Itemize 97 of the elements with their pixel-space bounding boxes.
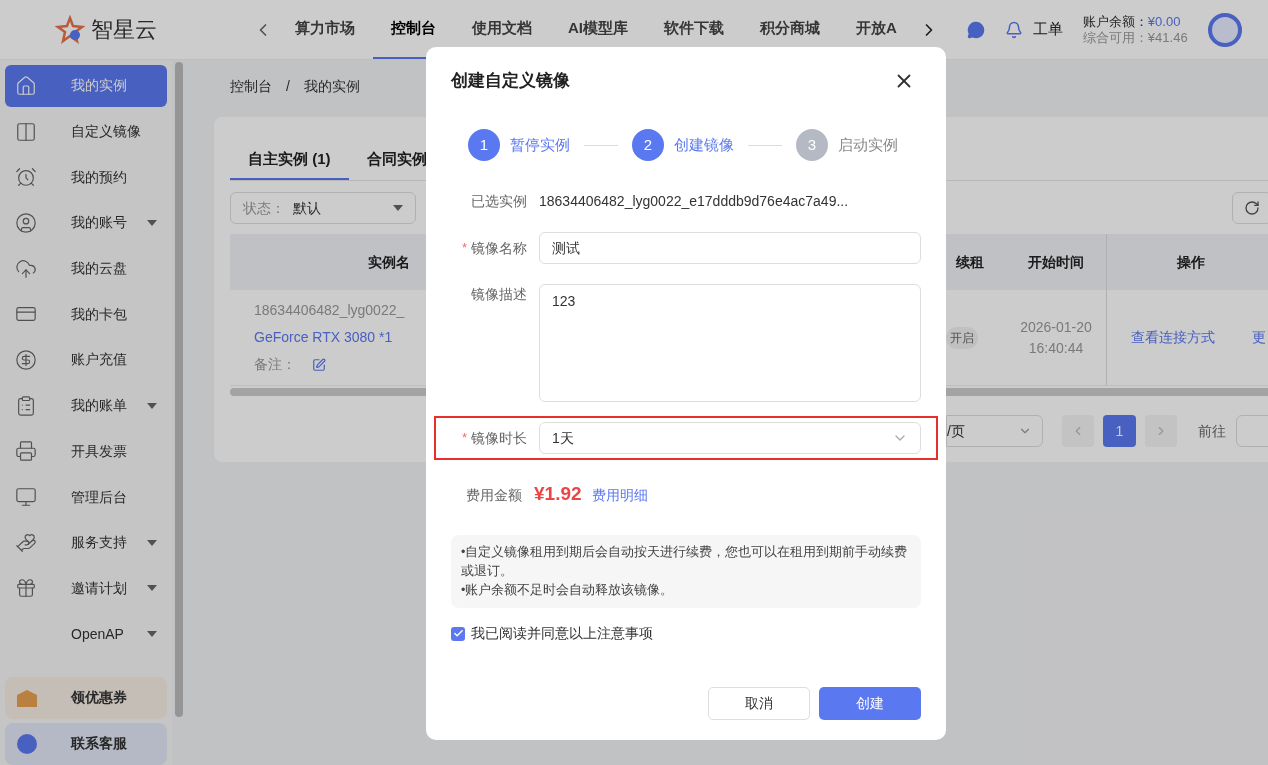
field-label: 镜像名称 xyxy=(471,238,527,258)
instance-id: 18634406482_lyg0022_ xyxy=(254,301,406,320)
cancel-button[interactable]: 取消 xyxy=(708,687,810,720)
menu-icon xyxy=(15,486,37,509)
breadcrumb-separator: / xyxy=(286,76,290,96)
brand-name: 智星云 xyxy=(91,16,157,44)
avatar[interactable] xyxy=(1207,12,1242,47)
page-button[interactable]: 1 xyxy=(1103,415,1136,447)
nav-tab[interactable]: 开放A xyxy=(838,0,915,59)
sidebar-item[interactable]: OpenAP xyxy=(5,613,167,655)
sidebar-item[interactable]: 自定义镜像 xyxy=(5,110,167,153)
gpu-link[interactable]: GeForce RTX 3080 *1 xyxy=(254,327,426,348)
refresh-button[interactable] xyxy=(1232,192,1268,224)
field-label: 已选实例 xyxy=(471,192,527,211)
available-value: ¥41.46 xyxy=(1147,29,1188,46)
ticket-link[interactable]: 工单 xyxy=(1032,18,1063,41)
sidebar-item[interactable]: 我的实例 xyxy=(5,65,167,107)
description-field[interactable]: 123 xyxy=(539,284,921,402)
nav-tab[interactable]: AI模型库 xyxy=(550,0,646,59)
status-filter[interactable]: 状态： 默认 xyxy=(230,192,416,224)
menu-icon xyxy=(15,211,37,234)
caret-icon xyxy=(147,402,157,409)
cost-detail-link[interactable]: 费用明细 xyxy=(591,485,648,506)
menu-icon xyxy=(15,577,37,600)
name-input[interactable]: 测试 xyxy=(539,232,921,264)
bell-icon[interactable] xyxy=(1004,20,1023,39)
breadcrumb-item[interactable]: 控制台 xyxy=(230,75,272,97)
menu-icon xyxy=(15,257,37,280)
goto-label: 前往 xyxy=(1198,421,1226,441)
page-size-select[interactable]: /页 xyxy=(946,415,1043,447)
nav-tab[interactable]: 软件下载 xyxy=(646,0,742,59)
tab[interactable]: 合同实例 xyxy=(348,141,445,180)
menu-icon xyxy=(15,120,37,143)
required-mark: * xyxy=(461,239,467,258)
required-mark: * xyxy=(461,429,467,448)
start-time: 2026-01-20 xyxy=(1020,317,1092,337)
balance-value: ¥0.00 xyxy=(1147,13,1181,30)
balance-label: 账户余额： xyxy=(1082,13,1148,30)
menu-icon xyxy=(15,348,37,371)
column-header: 实例名 xyxy=(367,252,411,272)
sidebar-item[interactable]: 管理后台 xyxy=(5,476,167,518)
breadcrumb-item: 我的实例 xyxy=(303,76,360,96)
scrollbar[interactable] xyxy=(175,62,183,717)
logo-icon xyxy=(55,14,85,45)
action-link[interactable]: 查看连接方式 xyxy=(1131,327,1215,348)
create-button[interactable]: 创建 xyxy=(819,687,921,720)
menu-icon xyxy=(15,74,37,97)
sidebar-item[interactable]: 账户充值 xyxy=(5,339,167,381)
menu-icon xyxy=(15,440,37,463)
edit-icon[interactable] xyxy=(312,357,326,372)
sidebar-item[interactable]: 开具发票 xyxy=(5,430,167,473)
sidebar-item[interactable]: 我的云盘 xyxy=(5,247,167,290)
notice-text: •自定义镜像租用到期后会自动按天进行续费，您也可以在租用到期前手动续费或退订。 xyxy=(461,543,909,580)
sidebar-item[interactable]: 邀请计划 xyxy=(5,567,167,610)
service-icon xyxy=(15,732,39,755)
column-header: 操作 xyxy=(1106,234,1268,290)
sidebar-item[interactable]: 我的卡包 xyxy=(5,293,167,336)
action-link[interactable]: 更 xyxy=(1252,327,1266,348)
notice-text: •账户余额不足时会自动释放该镜像。 xyxy=(461,581,675,599)
step: 2 创建镜像 xyxy=(632,129,734,161)
cost-label: 费用金额 xyxy=(466,486,522,505)
menu-icon xyxy=(15,166,37,189)
promo-item[interactable]: 领优惠券 xyxy=(5,676,167,719)
menu-icon xyxy=(15,531,37,554)
agreement-checkbox[interactable] xyxy=(451,626,465,641)
caret-icon xyxy=(393,205,403,211)
caret-icon xyxy=(147,219,157,226)
step: 1 暂停实例 xyxy=(468,129,570,161)
promo-item[interactable]: 联系客服 xyxy=(5,722,167,765)
refresh-icon xyxy=(1244,200,1260,216)
caret-icon xyxy=(147,539,157,546)
chat-icon[interactable] xyxy=(966,20,985,39)
dialog-title: 创建自定义镜像 xyxy=(451,70,570,93)
caret-icon xyxy=(147,585,157,592)
selected-instance: 18634406482_lyg0022_e17dddb9d76e4ac7a49... xyxy=(539,192,849,211)
agreement-label: 我已阅读并同意以上注意事项 xyxy=(471,624,653,643)
nav-tab[interactable]: 算力市场 xyxy=(277,0,373,59)
step: 3 启动实例 xyxy=(796,129,898,161)
nav-tab[interactable]: 使用文档 xyxy=(454,0,550,59)
column-header: 开始时间 xyxy=(1027,252,1085,272)
sidebar-item[interactable]: 我的预约 xyxy=(5,156,167,199)
start-time: 16:40:44 xyxy=(1028,338,1084,358)
tab[interactable]: 自主实例 (1) xyxy=(230,141,349,180)
available-label: 综合可用： xyxy=(1082,29,1148,46)
note-label: 备注： xyxy=(254,355,296,374)
sidebar-item[interactable]: 我的账单 xyxy=(5,384,167,427)
caret-icon xyxy=(147,631,157,638)
sidebar-item[interactable]: 服务支持 xyxy=(5,521,167,564)
status-badge: 开启 xyxy=(946,326,978,349)
field-label: 镜像时长 xyxy=(471,428,527,448)
field-label: 镜像描述 xyxy=(471,285,527,304)
column-header: 续租 xyxy=(955,252,985,272)
cost-amount: ¥1.92 xyxy=(534,482,582,506)
nav-tab[interactable]: 积分商城 xyxy=(742,0,838,59)
duration-select[interactable]: 1天 xyxy=(539,422,921,454)
menu-icon xyxy=(15,394,37,417)
sidebar-item[interactable]: 我的账号 xyxy=(5,202,167,244)
